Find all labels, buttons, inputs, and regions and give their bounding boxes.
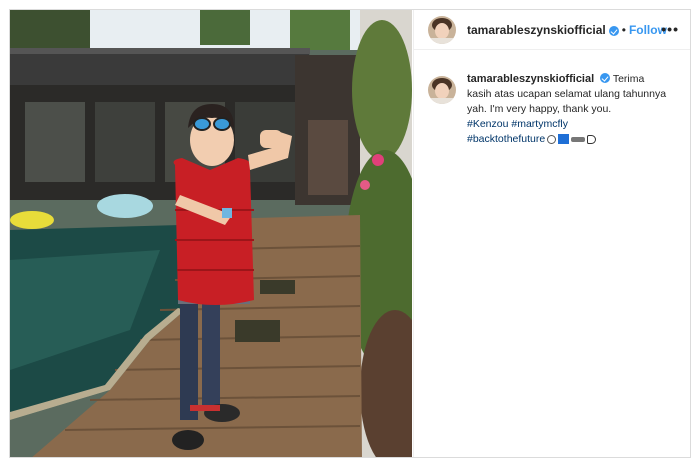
separator-dot: • <box>621 22 626 37</box>
post-sidebar: tamarableszynskiofficial • Follow ••• ta… <box>413 10 690 457</box>
hashtag-martymcfly[interactable]: #martymcfly <box>511 118 568 130</box>
pointing-hand-emoji-icon <box>587 134 597 144</box>
caption-verified-badge-icon <box>600 73 611 83</box>
header-username[interactable]: tamarableszynskiofficial <box>467 23 606 37</box>
post-photo[interactable] <box>10 10 412 457</box>
hashtag-backtothefuture[interactable]: #backtothefuture <box>467 133 545 145</box>
avatar-image <box>428 15 456 44</box>
verified-badge-icon <box>608 25 619 36</box>
clock-emoji-icon <box>547 134 557 144</box>
caption-avatar[interactable] <box>428 76 456 104</box>
car-emoji-icon <box>571 136 586 142</box>
blue-square-emoji-icon <box>558 134 570 145</box>
post-header: tamarableszynskiofficial • Follow ••• <box>414 10 690 50</box>
more-options-icon[interactable]: ••• <box>661 21 679 37</box>
caption-comment: tamarableszynskiofficial Terima kasih at… <box>428 72 683 147</box>
instagram-post: tamarableszynskiofficial • Follow ••• ta… <box>9 9 691 458</box>
photo-image <box>10 10 412 457</box>
avatar[interactable] <box>428 15 456 44</box>
hashtag-kenzou[interactable]: #Kenzou <box>467 118 508 130</box>
caption-avatar-image <box>428 76 456 104</box>
caption-body: tamarableszynskiofficial Terima kasih at… <box>467 72 667 147</box>
caption-username[interactable]: tamarableszynskiofficial <box>467 73 594 85</box>
